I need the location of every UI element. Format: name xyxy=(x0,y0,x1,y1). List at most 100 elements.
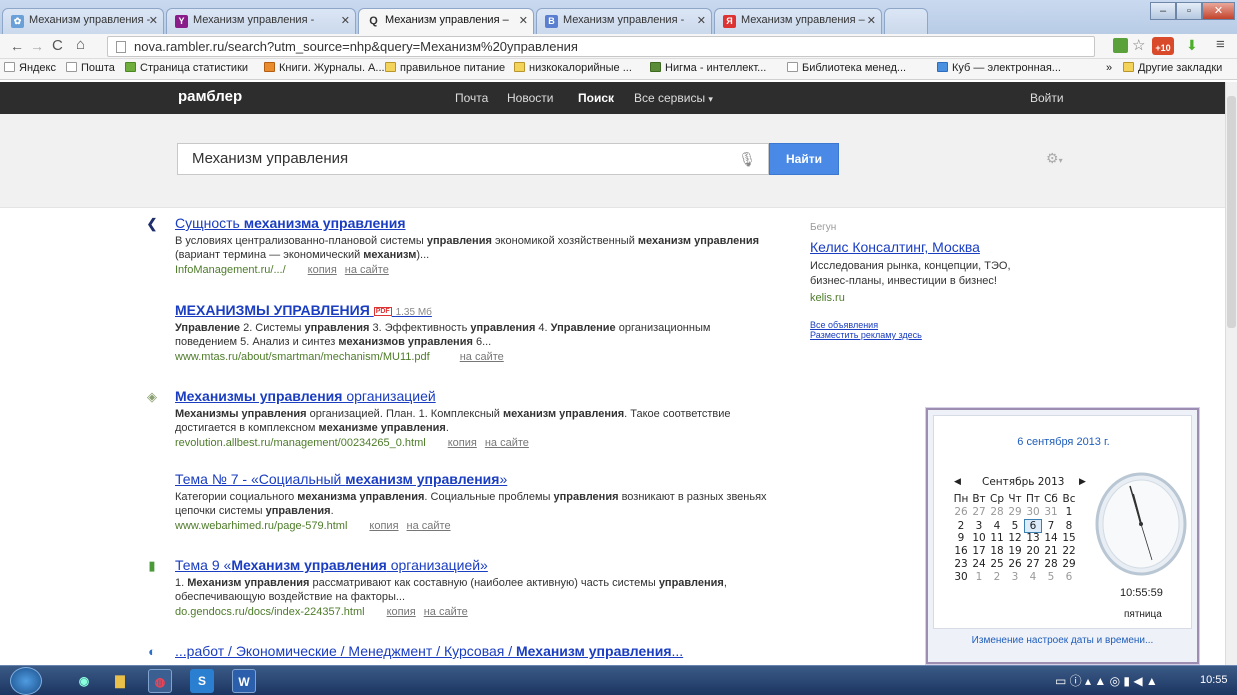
word-icon[interactable]: W xyxy=(232,669,256,693)
date-header[interactable]: 6 сентября 2013 г. xyxy=(934,436,1193,448)
bookmark-folder[interactable]: низкокалорийные ... xyxy=(514,62,632,74)
site-link[interactable]: на сайте xyxy=(407,520,451,532)
result-3: Механизмы управления организацией Механи… xyxy=(175,388,775,449)
bookmark-item[interactable]: Куб — электронная... xyxy=(937,62,1061,74)
extension-icon[interactable] xyxy=(1113,38,1128,53)
gear-icon[interactable]: ⚙▾ xyxy=(1046,150,1063,167)
tab-1[interactable]: ✿ Механизм управления - ✕ xyxy=(2,8,164,34)
site-link[interactable]: на сайте xyxy=(485,437,529,449)
skype-icon[interactable]: S xyxy=(190,669,214,693)
nav-search[interactable]: Поиск xyxy=(578,91,614,105)
nav-all-services[interactable]: Все сервисы ▾ xyxy=(634,91,713,105)
forward-icon[interactable]: → xyxy=(30,38,44,54)
download-icon[interactable]: ⬇ xyxy=(1186,37,1198,54)
calendar-week[interactable]: 2345678 xyxy=(952,519,1082,533)
books-icon xyxy=(264,62,275,72)
home-icon[interactable]: ⌂ xyxy=(76,36,85,53)
cache-link[interactable]: копия xyxy=(387,606,416,618)
close-icon[interactable]: ✕ xyxy=(341,14,350,27)
login-link[interactable]: Войти xyxy=(1030,91,1064,105)
result-snippet: Категории социального механизма управлен… xyxy=(175,491,767,517)
tab-label: Механизм управления - xyxy=(193,14,315,26)
bookmark-folder[interactable]: правильное питание xyxy=(385,62,505,74)
close-icon[interactable]: ✕ xyxy=(519,14,528,27)
change-datetime-link[interactable]: Изменение настроек даты и времени... xyxy=(928,635,1197,646)
start-button[interactable] xyxy=(10,667,42,695)
new-tab-button[interactable] xyxy=(884,8,928,34)
cache-link[interactable]: копия xyxy=(369,520,398,532)
tab-2[interactable]: Y Механизм управления - ✕ xyxy=(166,8,356,34)
bookmark-item[interactable]: Библиотека менед... xyxy=(787,62,906,74)
address-bar[interactable]: nova.rambler.ru/search?utm_source=nhp&qu… xyxy=(107,36,1095,57)
ads-block: Бегун Келис Консалтинг, Москва Исследова… xyxy=(810,222,1050,340)
site-link[interactable]: на сайте xyxy=(345,264,389,276)
extension-badge-icon[interactable]: +10 xyxy=(1152,37,1174,55)
tab-3-active[interactable]: Q Механизм управления – ✕ xyxy=(358,8,534,35)
close-window-button[interactable]: ✕ xyxy=(1202,2,1235,20)
weekday-row: Пн Вт Ср Чт Пт Сб Вс xyxy=(953,493,1076,505)
taskbar-clock[interactable]: 10:55 xyxy=(1200,674,1228,686)
calendar-week[interactable]: 30 1 2 3 4 5 6 xyxy=(952,571,1082,583)
result-title[interactable]: ...работ / Экономические / Менеджмент / … xyxy=(175,643,775,659)
tab-5[interactable]: Я Механизм управления – ✕ xyxy=(714,8,882,34)
minimize-button[interactable]: – xyxy=(1150,2,1176,20)
place-ad-link[interactable]: Разместить рекламу здесь xyxy=(810,330,1050,340)
other-bookmarks[interactable]: Другие закладки xyxy=(1123,62,1222,74)
close-icon[interactable]: ✕ xyxy=(867,14,876,27)
result-favicon: ◈ xyxy=(147,389,157,404)
nav-mail[interactable]: Почта xyxy=(455,91,488,105)
bookmark-item[interactable]: Нигма - интеллект... xyxy=(650,62,766,74)
result-6: ...работ / Экономические / Менеджмент / … xyxy=(175,643,775,659)
close-icon[interactable]: ✕ xyxy=(149,14,158,27)
result-title[interactable]: МЕХАНИЗМЫ УПРАВЛЕНИЯ PDF 1.35 Мб xyxy=(175,302,775,318)
result-snippet: Управление 2. Системы управления 3. Эффе… xyxy=(175,322,711,348)
ad-domain[interactable]: kelis.ru xyxy=(810,292,1050,304)
search-icon: Q xyxy=(369,15,378,27)
month-title[interactable]: Сентябрь 2013 xyxy=(982,476,1064,488)
app-icon[interactable]: ◉ xyxy=(72,669,96,693)
address-text: nova.rambler.ru/search?utm_source=nhp&qu… xyxy=(134,39,578,54)
calendar-week[interactable]: 16 17 18 19 20 21 22 xyxy=(952,545,1082,557)
result-snippet: В условиях централизованно-плановой сист… xyxy=(175,235,760,261)
result-title[interactable]: Сущность механизма управления xyxy=(175,215,775,231)
maximize-button[interactable]: ▫ xyxy=(1176,2,1202,20)
search-input[interactable]: Механизм управления 🎙 xyxy=(177,143,769,175)
explorer-icon[interactable]: ▇ xyxy=(108,669,132,693)
site-link[interactable]: на сайте xyxy=(460,351,504,363)
tray-icons[interactable]: ▭ ⓘ ▴ ▲ ◎ ▮ ◀ ▲ xyxy=(1055,672,1158,689)
reload-icon[interactable]: C xyxy=(52,37,63,54)
tab-4[interactable]: B Механизм управления - ✕ xyxy=(536,8,712,34)
cache-link[interactable]: копия xyxy=(308,264,337,276)
cache-link[interactable]: копия xyxy=(448,437,477,449)
result-1: Сущность механизма управления В условиях… xyxy=(175,215,775,276)
back-icon[interactable]: ← xyxy=(10,38,24,54)
microphone-icon[interactable]: 🎙 xyxy=(738,144,756,174)
result-title[interactable]: Механизмы управления организацией xyxy=(175,388,775,404)
close-icon[interactable]: ✕ xyxy=(697,14,706,27)
bookmark-item[interactable]: Пошта xyxy=(66,62,115,74)
ad-title[interactable]: Келис Консалтинг, Москва xyxy=(810,239,1050,255)
bookmark-item[interactable]: Яндекс xyxy=(4,62,56,74)
star-icon[interactable]: ☆ xyxy=(1132,36,1145,54)
stats-icon xyxy=(125,62,136,72)
chrome-icon[interactable]: ◍ xyxy=(148,669,172,693)
nav-news[interactable]: Новости xyxy=(507,91,553,105)
prev-month-icon[interactable]: ◀ xyxy=(954,476,961,487)
tab-label: Механизм управления - xyxy=(563,14,685,26)
scrollbar-thumb[interactable] xyxy=(1227,96,1236,328)
tab-strip: ✿ Механизм управления - ✕ Y Механизм упр… xyxy=(0,0,1237,35)
result-title[interactable]: Тема 9 «Механизм управления организацией… xyxy=(175,557,775,573)
search-button[interactable]: Найти xyxy=(769,143,839,175)
bookmarks-more[interactable]: » xyxy=(1106,62,1112,74)
rambler-logo[interactable]: рамблер xyxy=(178,88,242,105)
all-ads-link[interactable]: Все объявления xyxy=(810,320,1050,330)
menu-icon[interactable]: ≡ xyxy=(1216,36,1225,53)
bookmark-item[interactable]: Книги. Журналы. А... xyxy=(264,62,385,74)
bookmark-item[interactable]: Страница статистики xyxy=(125,62,248,74)
next-month-icon[interactable]: ▶ xyxy=(1079,476,1086,487)
result-title[interactable]: Тема № 7 - «Социальный механизм управлен… xyxy=(175,471,775,487)
calendar-week[interactable]: 9 10 11 12 13 14 15 xyxy=(952,532,1082,544)
calendar-week[interactable]: 23 24 25 26 27 28 29 xyxy=(952,558,1082,570)
calendar-week[interactable]: 26 27 28 29 30 31 1 xyxy=(952,506,1082,518)
site-link[interactable]: на сайте xyxy=(424,606,468,618)
